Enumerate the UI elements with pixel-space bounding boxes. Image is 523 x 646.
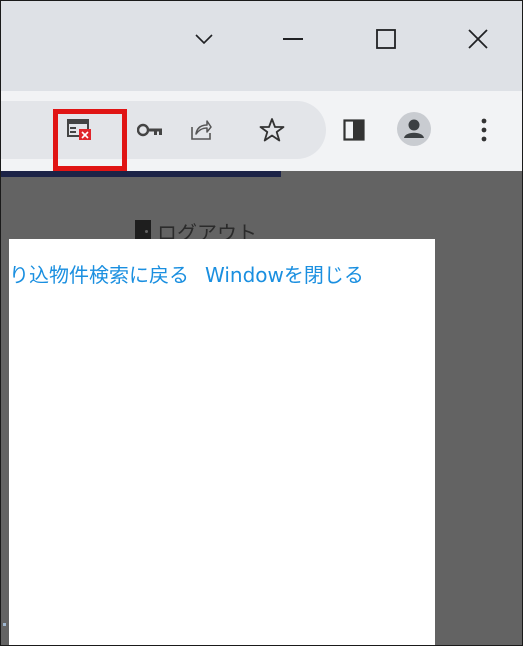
side-panel-icon[interactable] bbox=[339, 115, 369, 145]
key-icon[interactable] bbox=[135, 115, 165, 145]
browser-window: ログアウト り込物件検索に戻る Windowを閉じる bbox=[0, 0, 523, 646]
page-content: ログアウト り込物件検索に戻る Windowを閉じる bbox=[1, 171, 522, 645]
chevron-down-icon[interactable] bbox=[184, 19, 224, 59]
maximize-icon[interactable] bbox=[366, 19, 406, 59]
popup-links: り込物件検索に戻る Windowを閉じる bbox=[9, 259, 364, 288]
close-window-link[interactable]: Windowを閉じる bbox=[205, 259, 364, 288]
title-bar bbox=[1, 1, 522, 91]
share-icon[interactable] bbox=[186, 115, 216, 145]
minimize-icon[interactable] bbox=[273, 19, 313, 59]
highlight-box bbox=[53, 109, 127, 171]
star-icon[interactable] bbox=[256, 114, 288, 146]
back-to-search-link[interactable]: り込物件検索に戻る bbox=[9, 259, 189, 288]
menu-icon[interactable] bbox=[469, 115, 499, 145]
scroll-marker bbox=[3, 623, 6, 626]
close-icon[interactable] bbox=[458, 19, 498, 59]
page-navbar bbox=[1, 171, 281, 177]
profile-icon[interactable] bbox=[394, 109, 434, 149]
popup-window: り込物件検索に戻る Windowを閉じる bbox=[9, 239, 435, 645]
